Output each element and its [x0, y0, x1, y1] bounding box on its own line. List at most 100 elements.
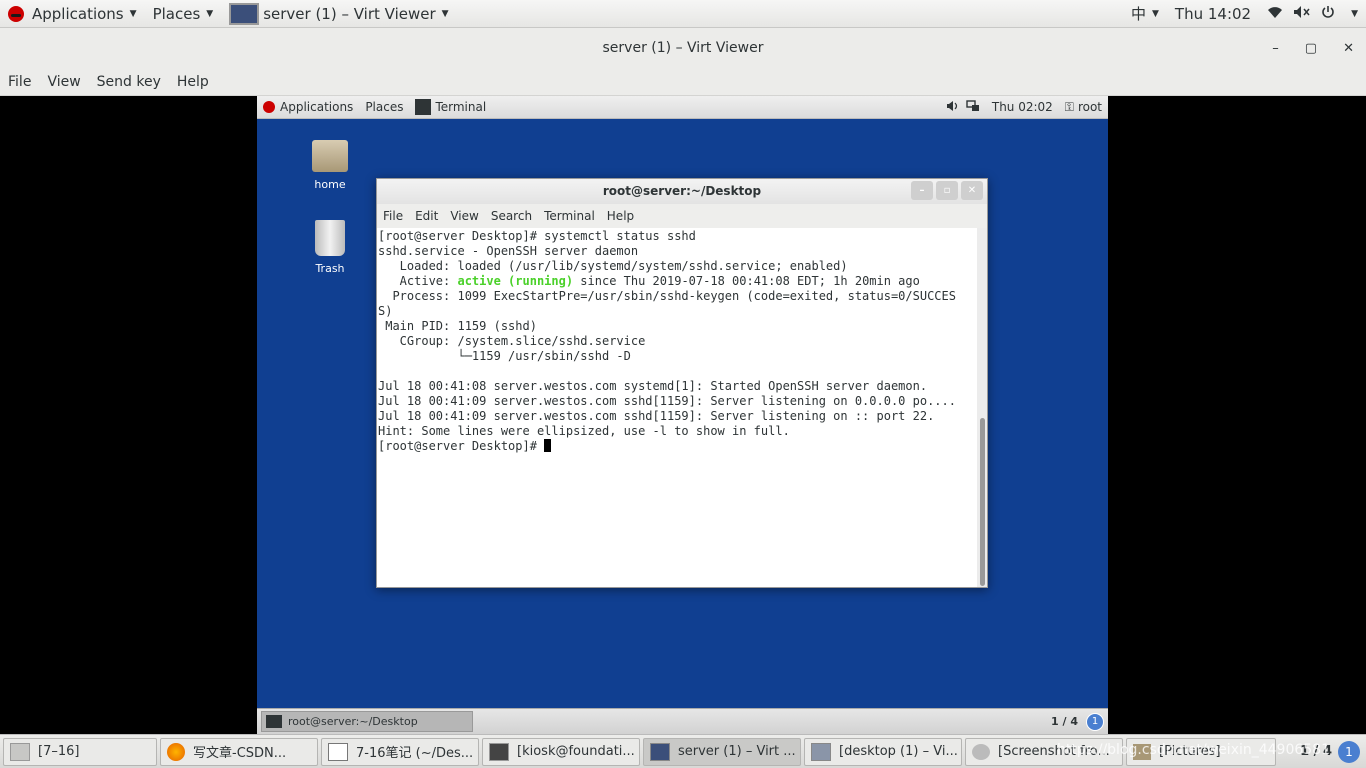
input-method-indicator[interactable]: 中 ▼ — [1123, 0, 1167, 28]
system-status-area[interactable]: ▼ — [1259, 0, 1366, 28]
terminal-scrollbar[interactable] — [977, 228, 987, 587]
terminal-icon — [489, 742, 509, 761]
taskbar-item-notes[interactable]: 7-16笔记 (~/Des... — [321, 737, 479, 766]
firefox-icon — [167, 742, 185, 761]
terminal-menu-view[interactable]: View — [444, 209, 484, 223]
viewer-menu-help[interactable]: Help — [169, 74, 217, 90]
close-button[interactable]: ✕ — [1343, 41, 1354, 56]
guest-workspace-indicator[interactable]: 1 / 4 — [1051, 715, 1078, 728]
taskbar-item-virt-viewer-desktop[interactable]: [desktop (1) – Vi... — [804, 737, 962, 766]
home-folder-icon — [312, 140, 348, 172]
terminal-menu-edit[interactable]: Edit — [409, 209, 444, 223]
minimize-button[interactable]: – — [1272, 41, 1279, 56]
terminal-menu-file[interactable]: File — [377, 209, 409, 223]
taskbar-item-firefox[interactable]: 写文章-CSDN... — [160, 737, 318, 766]
monitor-icon — [650, 742, 670, 761]
terminal-output[interactable]: [root@server Desktop]# systemctl status … — [377, 228, 977, 587]
taskbar-item-screenshot[interactable]: [Screenshot fro... — [965, 737, 1123, 766]
terminal-line: Hint: Some lines were ellipsized, use -l… — [378, 424, 790, 438]
taskbar-item-virt-viewer-server[interactable]: server (1) – Virt ... — [643, 737, 801, 766]
taskbar-item-label: 7-16笔记 (~/Des... — [356, 746, 474, 761]
input-method-label: 中 — [1130, 5, 1146, 23]
guest-bottom-panel: root@server:~/Desktop 1 / 4 1 — [257, 708, 1108, 734]
taskbar-item-label: [Pictures] — [1159, 744, 1221, 759]
terminal-window[interactable]: root@server:~/Desktop – ▫ ✕ File Edit Vi… — [376, 178, 988, 588]
viewer-title-bar: server (1) – Virt Viewer – ▢ ✕ — [0, 28, 1366, 68]
desktop-icon-trash-label: Trash — [315, 262, 345, 275]
guest-display[interactable]: Applications Places Terminal Thu 02:02 ⚿ — [257, 96, 1108, 734]
desktop-icon-trash[interactable]: Trash — [300, 220, 360, 275]
terminal-icon — [415, 99, 432, 115]
taskbar-item-kiosk-terminal[interactable]: [kiosk@foundati... — [482, 737, 640, 766]
guest-clock[interactable]: Thu 02:02 — [986, 100, 1059, 114]
active-suffix: since Thu 2019-07-18 00:41:08 EDT; 1h 20… — [573, 274, 920, 288]
host-places-label: Places — [152, 4, 201, 23]
terminal-line: Jul 18 00:41:09 server.westos.com sshd[1… — [378, 409, 935, 423]
chevron-down-icon: ▼ — [129, 8, 137, 19]
network-icon — [966, 99, 980, 115]
host-clock[interactable]: Thu 14:02 — [1167, 0, 1259, 28]
chevron-down-icon: ▼ — [1351, 8, 1358, 19]
terminal-menu-help[interactable]: Help — [601, 209, 640, 223]
terminal-line: CGroup: /system.slice/sshd.service — [378, 334, 646, 348]
host-active-window-menu[interactable]: server (1) – Virt Viewer ▼ — [221, 0, 456, 28]
window-icon — [10, 742, 30, 761]
taskbar-item-label: [7–16] — [38, 744, 80, 759]
terminal-title-bar[interactable]: root@server:~/Desktop – ▫ ✕ — [377, 179, 987, 204]
desktop-icon-home[interactable]: home — [300, 140, 360, 191]
text-editor-icon — [328, 742, 348, 761]
guest-applications-label: Applications — [280, 100, 354, 114]
guest-terminal-menu[interactable]: Terminal — [409, 99, 492, 115]
viewer-menu-file[interactable]: File — [0, 74, 39, 90]
active-prefix: Active: — [378, 274, 458, 288]
user-icon: ⚿ — [1064, 99, 1074, 114]
chevron-down-icon: ▼ — [206, 8, 214, 19]
host-workspace-indicator[interactable]: 1 / 4 — [1300, 744, 1332, 759]
active-status: active (running) — [457, 274, 574, 288]
terminal-scrollbar-thumb[interactable] — [980, 418, 985, 586]
guest-top-panel: Applications Places Terminal Thu 02:02 ⚿ — [257, 96, 1108, 119]
guest-task-label: root@server:~/Desktop — [288, 715, 418, 728]
host-taskbar: [7–16] 写文章-CSDN... 7-16笔记 (~/Des... [kio… — [0, 734, 1366, 768]
terminal-menu-search[interactable]: Search — [485, 209, 538, 223]
redhat-logo-icon — [263, 101, 275, 113]
terminal-close-button[interactable]: ✕ — [961, 181, 983, 200]
viewer-window-title: server (1) – Virt Viewer — [602, 40, 764, 56]
guest-status-icons[interactable] — [940, 99, 986, 115]
guest-applications-menu[interactable]: Applications — [257, 100, 359, 114]
terminal-line: Process: 1099 ExecStartPre=/usr/sbin/ssh… — [378, 289, 956, 303]
terminal-menu-terminal[interactable]: Terminal — [538, 209, 601, 223]
terminal-menu-bar: File Edit View Search Terminal Help — [377, 204, 987, 228]
terminal-maximize-button[interactable]: ▫ — [936, 181, 958, 200]
taskbar-item-pictures[interactable]: [Pictures] — [1126, 737, 1276, 766]
guest-clock-label: Thu 02:02 — [991, 100, 1053, 114]
guest-task-terminal[interactable]: root@server:~/Desktop — [261, 711, 473, 732]
terminal-line: Jul 18 00:41:08 server.westos.com system… — [378, 379, 928, 393]
terminal-line: Jul 18 00:41:09 server.westos.com sshd[1… — [378, 394, 956, 408]
viewer-menu-view[interactable]: View — [39, 74, 88, 90]
host-applications-label: Applications — [32, 4, 124, 23]
monitor-icon — [229, 2, 260, 25]
terminal-minimize-button[interactable]: – — [911, 181, 933, 200]
host-applications-menu[interactable]: Applications ▼ — [0, 0, 145, 28]
wifi-icon — [1267, 5, 1283, 23]
terminal-line: └─1159 /usr/sbin/sshd -D — [378, 349, 631, 363]
taskbar-item-7-16[interactable]: [7–16] — [3, 737, 157, 766]
host-notification-indicator[interactable]: 1 — [1338, 740, 1360, 763]
terminal-line: Loaded: loaded (/usr/lib/systemd/system/… — [378, 259, 848, 273]
volume-muted-icon — [1293, 5, 1311, 23]
terminal-title: root@server:~/Desktop — [602, 184, 762, 198]
chevron-down-icon: ▼ — [441, 8, 449, 19]
terminal-line: Main PID: 1159 (sshd) — [378, 319, 537, 333]
viewer-menu-bar: File View Send key Help — [0, 68, 1366, 96]
guest-places-menu[interactable]: Places — [359, 100, 409, 114]
viewer-menu-send-key[interactable]: Send key — [89, 74, 169, 90]
guest-notification-indicator[interactable]: 1 — [1086, 712, 1104, 731]
maximize-button[interactable]: ▢ — [1305, 41, 1317, 56]
guest-user-menu[interactable]: ⚿ root — [1059, 100, 1108, 115]
host-places-menu[interactable]: Places ▼ — [145, 0, 222, 28]
host-clock-label: Thu 14:02 — [1174, 4, 1252, 23]
folder-icon — [1133, 743, 1151, 760]
guest-terminal-label: Terminal — [435, 100, 487, 114]
chevron-down-icon: ▼ — [1151, 8, 1159, 19]
